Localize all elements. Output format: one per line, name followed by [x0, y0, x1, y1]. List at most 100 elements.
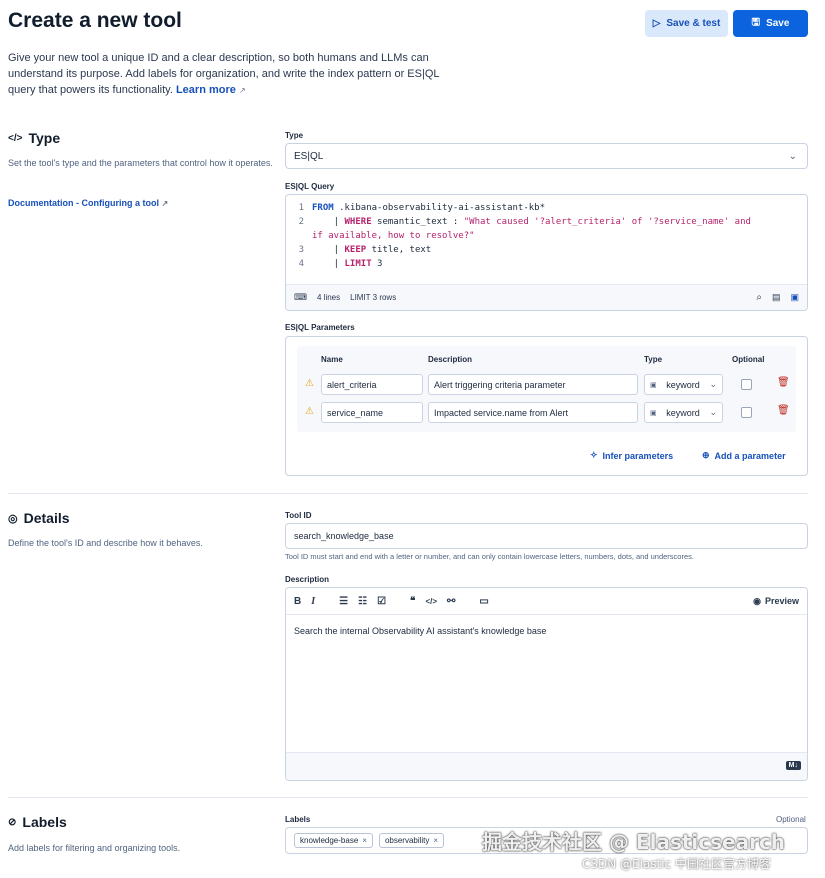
details-section-title: ◎ Details: [8, 510, 70, 526]
page-title: Create a new tool: [8, 9, 182, 32]
eye-icon: ◉: [753, 595, 761, 606]
code-token: .kibana-observability-ai-assistant-kb*: [333, 203, 546, 213]
line-number: 2: [298, 217, 304, 227]
close-icon[interactable]: ×: [362, 836, 367, 845]
divider: [8, 493, 808, 494]
learn-more-link[interactable]: Learn more: [176, 84, 236, 96]
col-header-optional: Optional: [732, 355, 765, 364]
bullet-list-icon[interactable]: ☰: [339, 596, 348, 607]
save-icon: 🖫: [751, 17, 761, 28]
type-section-description: Set the tool's type and the parameters t…: [8, 158, 273, 168]
param-name-input[interactable]: alert_criteria: [321, 374, 423, 395]
plus-circle-icon: ⊕: [702, 450, 710, 460]
params-table: Name Description Type Optional ⚠ alert_c…: [297, 346, 796, 432]
details-section-description: Define the tool's ID and describe how it…: [8, 538, 203, 548]
search-icon[interactable]: ⌕: [756, 292, 762, 303]
params-panel: Name Description Type Optional ⚠ alert_c…: [285, 336, 808, 476]
bold-icon[interactable]: B: [294, 596, 301, 607]
save-and-test-button[interactable]: ▷ Save & test: [645, 10, 728, 37]
code-icon[interactable]: </>: [425, 597, 437, 606]
editor-footer: M↓: [286, 752, 807, 780]
tool-id-help: Tool ID must start and end with a letter…: [285, 552, 694, 561]
markdown-toolbar: B I ☰ ☷ ☑ ❝ </> ⚯ ▭ ◉ Preview: [286, 588, 807, 615]
labels-section-title: ⊘ Labels: [8, 814, 67, 830]
label-tag[interactable]: knowledge-base ×: [294, 833, 373, 848]
params-label: ES|QL Parameters: [285, 323, 355, 332]
save-button[interactable]: 🖫 Save: [733, 10, 808, 37]
query-footer: ⌨ 4 lines LIMIT 3 rows ⌕ ▤ ▣: [286, 284, 807, 310]
query-history-icon[interactable]: ⌨: [294, 292, 307, 303]
sparkles-icon: ✧: [590, 450, 598, 460]
gear-icon: ◎: [8, 512, 18, 525]
code-token: KEEP: [344, 245, 367, 255]
quote-icon[interactable]: ❝: [410, 596, 415, 607]
watermark-line-2: CSDN @Elastic 中国社区官方博客: [582, 857, 772, 871]
description-textarea[interactable]: Search the internal Observability AI ass…: [286, 615, 807, 753]
line-number: 1: [298, 203, 304, 213]
query-editor[interactable]: 1 FROM .kibana-observability-ai-assistant…: [285, 194, 808, 311]
param-type-select[interactable]: ▣ keyword ⌄: [644, 402, 723, 423]
table-row: ⚠ service_name Impacted service.name fro…: [297, 399, 796, 427]
param-optional-checkbox[interactable]: [741, 407, 752, 418]
external-link-icon: ↗: [238, 86, 246, 95]
col-header-description: Description: [428, 355, 473, 364]
tag-icon: ⊘: [8, 816, 17, 828]
chevron-down-icon: ⌄: [709, 407, 717, 417]
watermark-line-1: 掘金技术社区 @ Elasticsearch: [482, 830, 786, 854]
code-token: |: [312, 245, 345, 255]
external-link-icon: ↗: [161, 199, 169, 208]
code-token: WHERE: [344, 217, 372, 227]
warning-icon: ⚠: [305, 378, 314, 389]
col-header-name: Name: [321, 355, 343, 364]
param-description-input[interactable]: Impacted service.name from Alert: [428, 402, 638, 423]
checklist-icon[interactable]: ☑: [377, 596, 386, 607]
trash-icon[interactable]: 🗑: [777, 377, 790, 388]
italic-icon[interactable]: I: [311, 596, 315, 607]
divider: [8, 797, 808, 798]
code-token: 3: [371, 259, 383, 269]
labels-section-description: Add labels for filtering and organizing …: [8, 843, 181, 853]
code-icon: </>: [8, 132, 23, 144]
chevron-down-icon: ⌄: [788, 150, 797, 162]
link-icon[interactable]: ⚯: [447, 596, 455, 607]
code-line: 4 | LIMIT 3: [290, 257, 803, 271]
code-token: semantic_text :: [371, 217, 464, 227]
tool-id-label: Tool ID: [285, 511, 312, 520]
add-parameter-button[interactable]: ⊕ Add a parameter: [702, 450, 786, 461]
param-name-input[interactable]: service_name: [321, 402, 423, 423]
param-description-input[interactable]: Alert triggering criteria parameter: [428, 374, 638, 395]
label-tag[interactable]: observability ×: [378, 833, 445, 848]
param-optional-checkbox[interactable]: [741, 379, 752, 390]
code-token: FROM: [312, 203, 334, 213]
line-number: 3: [298, 245, 304, 255]
markdown-icon: M↓: [785, 761, 801, 770]
infer-parameters-button[interactable]: ✧ Infer parameters: [590, 450, 673, 461]
query-code[interactable]: 1 FROM .kibana-observability-ai-assistant…: [286, 195, 807, 285]
fullscreen-icon[interactable]: ▣: [790, 292, 799, 303]
comment-icon[interactable]: ▭: [479, 596, 488, 607]
code-token: title, text: [366, 245, 432, 255]
limit-info: LIMIT 3 rows: [350, 293, 397, 302]
trash-icon[interactable]: 🗑: [777, 405, 790, 416]
line-number: 4: [298, 259, 304, 269]
close-icon[interactable]: ×: [433, 836, 438, 845]
tool-id-input[interactable]: search_knowledge_base: [285, 523, 808, 549]
documentation-icon[interactable]: ▤: [772, 292, 781, 303]
description-label: Description: [285, 575, 330, 584]
type-select[interactable]: ES|QL ⌄: [285, 143, 808, 169]
table-row: ⚠ alert_criteria Alert triggering criter…: [297, 371, 796, 399]
code-token: LIMIT: [344, 259, 372, 269]
numbered-list-icon[interactable]: ☷: [358, 596, 367, 607]
preview-button[interactable]: ◉ Preview: [753, 596, 799, 607]
optional-label: Optional: [776, 815, 806, 824]
labels-label: Labels: [285, 815, 311, 824]
code-token: |: [312, 259, 345, 269]
code-line: if available, how to resolve?": [290, 229, 803, 243]
code-token: if available, how to resolve?": [312, 231, 475, 241]
param-type-select[interactable]: ▣ keyword ⌄: [644, 374, 723, 395]
play-icon: ▷: [652, 18, 661, 29]
query-label: ES|QL Query: [285, 182, 335, 191]
description-editor[interactable]: B I ☰ ☷ ☑ ❝ </> ⚯ ▭ ◉ Preview Search the…: [285, 587, 808, 781]
line-count: 4 lines: [317, 293, 341, 302]
documentation-link[interactable]: Documentation - Configuring a tool ↗: [8, 198, 168, 208]
